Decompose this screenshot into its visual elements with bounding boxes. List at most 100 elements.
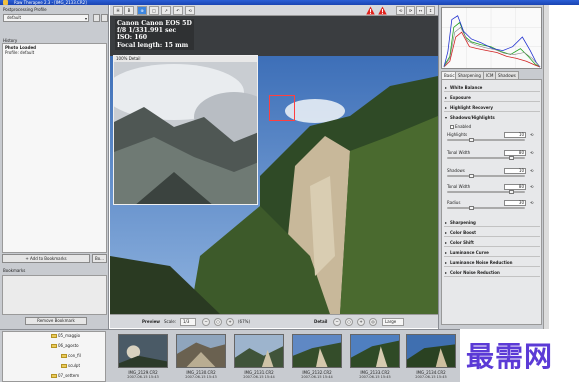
clipping-warning-icon[interactable] — [378, 6, 387, 15]
folder-icon — [51, 374, 57, 378]
tree-item[interactable]: 07_settem — [51, 373, 79, 378]
reset-icon[interactable]: ⟲ — [530, 184, 533, 189]
zoom-in-icon[interactable]: + — [226, 318, 234, 326]
tool-shadows-highlights[interactable]: ▾ Shadows/Highlights — [444, 113, 540, 122]
detail-zoom-out-icon[interactable]: − — [333, 318, 341, 326]
bookmarks-list[interactable] — [2, 275, 107, 315]
thumbnail-image — [292, 334, 342, 368]
expand-arrow-icon: ▸ — [445, 240, 448, 245]
bookmarks-label: Bookmarks — [3, 268, 26, 273]
tree-item[interactable]: con_fil — [61, 353, 81, 358]
tool-sharpening[interactable]: ▸ Sharpening — [444, 218, 540, 227]
tree-item[interactable]: sculpt — [61, 363, 80, 368]
folder-tree[interactable]: 05_maggio 06_agosto con_fil sculpt 07_se… — [2, 331, 106, 382]
zoom-fit-icon[interactable]: ○ — [214, 318, 222, 326]
tonal-width-value[interactable]: 80 — [504, 150, 526, 156]
folder-icon — [51, 334, 57, 338]
thumbnail-image — [176, 334, 226, 368]
tonal-width-value[interactable]: 80 — [504, 184, 526, 190]
reset-icon[interactable]: ⟲ — [530, 150, 533, 155]
detail-zoom-in-icon[interactable]: + — [357, 318, 365, 326]
detail-size-select[interactable]: Large — [382, 318, 404, 326]
param-radius[interactable]: Radius 30 ⟲ — [446, 200, 540, 210]
profile-select[interactable]: default ▾ — [3, 14, 89, 22]
shadows-value[interactable]: 10 — [504, 168, 526, 174]
tool-color-shift[interactable]: ▸ Color Shift — [444, 238, 540, 247]
checkbox[interactable] — [450, 125, 454, 129]
tool-luminance-curve[interactable]: ▸ Luminance Curve — [444, 248, 540, 257]
straighten-tool-button[interactable]: ↶ — [173, 6, 183, 15]
history-item[interactable]: Photo Loaded Profile: default — [3, 44, 106, 56]
radius-value[interactable]: 30 — [504, 200, 526, 206]
slider-handle[interactable] — [509, 156, 515, 160]
thumbnail[interactable]: IMG_2132.CR2 2007-06-15 15:44 — [292, 334, 342, 382]
toolbar-button-b[interactable]: B — [124, 6, 134, 15]
detail-window[interactable]: 100% Detail — [113, 55, 258, 205]
slider-handle[interactable] — [509, 190, 515, 194]
rotate-left-button[interactable]: ⟲ — [396, 6, 405, 15]
thumbnail[interactable]: IMG_2134.CR2 2007-06-15 15:45 — [406, 334, 456, 382]
load-profile-button[interactable] — [101, 14, 108, 22]
slider-track[interactable] — [447, 139, 525, 141]
flip-horizontal-button[interactable]: ↔ — [416, 6, 425, 15]
save-profile-button[interactable] — [93, 14, 100, 22]
detail-zoom-100-icon[interactable]: ◎ — [369, 318, 377, 326]
right-scrollbar[interactable] — [543, 5, 549, 329]
slider-handle[interactable] — [468, 174, 474, 178]
thumbnail[interactable]: IMG_2131.CR2 2007-06-15 15:44 — [234, 334, 284, 382]
scale-select[interactable]: 1/3 — [180, 318, 196, 326]
thumbnail-image — [118, 334, 168, 368]
tool-luminance-noise[interactable]: ▸ Luminance Noise Reduction — [444, 258, 540, 267]
folder-icon — [61, 364, 67, 368]
thumbnail[interactable]: IMG_2129.CR2 2007-06-15 15:43 — [118, 334, 168, 382]
tree-item[interactable]: 05_maggio — [51, 333, 80, 338]
enabled-checkbox[interactable]: Enabled — [450, 124, 471, 129]
tab-shadows[interactable]: Shadows — [495, 71, 519, 79]
warning-icon[interactable] — [366, 6, 375, 15]
reset-icon[interactable]: ⟲ — [530, 200, 533, 205]
thumbnail-selected[interactable]: IMG_2133.CR2 2007-06-15 15:45 — [350, 334, 400, 382]
slider-track[interactable] — [447, 175, 525, 177]
tools-panel: ▸ White Balance ▸ Exposure ▸ Highlight Reco… — [441, 79, 542, 325]
tool-color-noise[interactable]: ▸ Color Noise Reduction — [444, 268, 540, 277]
hand-tool-button[interactable]: ⊕ — [137, 6, 147, 15]
tool-white-balance[interactable]: ▸ White Balance — [444, 83, 540, 92]
tool-exposure[interactable]: ▸ Exposure — [444, 93, 540, 102]
param-shadows[interactable]: Shadows 10 ⟲ — [446, 168, 540, 178]
reset-icon[interactable]: ⟲ — [530, 168, 533, 173]
tool-color-boost[interactable]: ▸ Color Boost — [444, 228, 540, 237]
expand-arrow-icon: ▸ — [445, 250, 448, 255]
flip-vertical-button[interactable]: ↕ — [426, 6, 435, 15]
toolbar-button-h[interactable]: H — [113, 6, 123, 15]
left-panel: Postprocessing Profile default ▾ History… — [0, 5, 109, 329]
remove-bookmark-button[interactable]: Remove Bookmark — [25, 317, 87, 325]
thumbnail-image — [406, 334, 456, 368]
folder-icon — [61, 354, 67, 358]
wb-tool-button[interactable]: □ — [149, 6, 159, 15]
rotate-right-button[interactable]: ⟳ — [406, 6, 415, 15]
rotate-tool-button[interactable]: ⟲ — [185, 6, 195, 15]
slider-track[interactable] — [447, 207, 525, 209]
tab-sharpening[interactable]: Sharpening — [455, 71, 484, 79]
chevron-down-icon: ▾ — [84, 16, 87, 21]
bookmark-options-button[interactable]: Bo... — [92, 254, 107, 263]
image-preview[interactable]: Canon Canon EOS 5D f/8 1/331.991 sec ISO… — [110, 16, 438, 314]
param-tonal-width-shadows[interactable]: Tonal Width 80 ⟲ — [446, 184, 540, 194]
tree-item[interactable]: 06_agosto — [51, 343, 79, 348]
param-tonal-width-highlights[interactable]: Tonal Width 80 ⟲ — [446, 150, 540, 160]
detail-focus-rect[interactable] — [269, 95, 295, 121]
slider-handle[interactable] — [468, 138, 474, 142]
highlights-value[interactable]: 10 — [504, 132, 526, 138]
slider-handle[interactable] — [468, 206, 474, 210]
detail-photo — [114, 62, 257, 204]
tool-highlight-recovery[interactable]: ▸ Highlight Recovery — [444, 103, 540, 112]
param-highlights[interactable]: Highlights 10 ⟲ — [446, 132, 540, 142]
reset-icon[interactable]: ⟲ — [530, 132, 533, 137]
thumbnail[interactable]: IMG_2130.CR2 2007-06-15 15:43 — [176, 334, 226, 382]
crop-tool-button[interactable]: ↗ — [161, 6, 171, 15]
zoom-out-icon[interactable]: − — [202, 318, 210, 326]
add-bookmark-button[interactable]: + Add to Bookmarks — [2, 254, 90, 263]
zoom-bar: Preview Scale: 1/3 − ○ + (67%) Detail − … — [110, 314, 438, 328]
detail-zoom-fit-icon[interactable]: ○ — [345, 318, 353, 326]
history-list[interactable]: Photo Loaded Profile: default — [2, 43, 107, 253]
